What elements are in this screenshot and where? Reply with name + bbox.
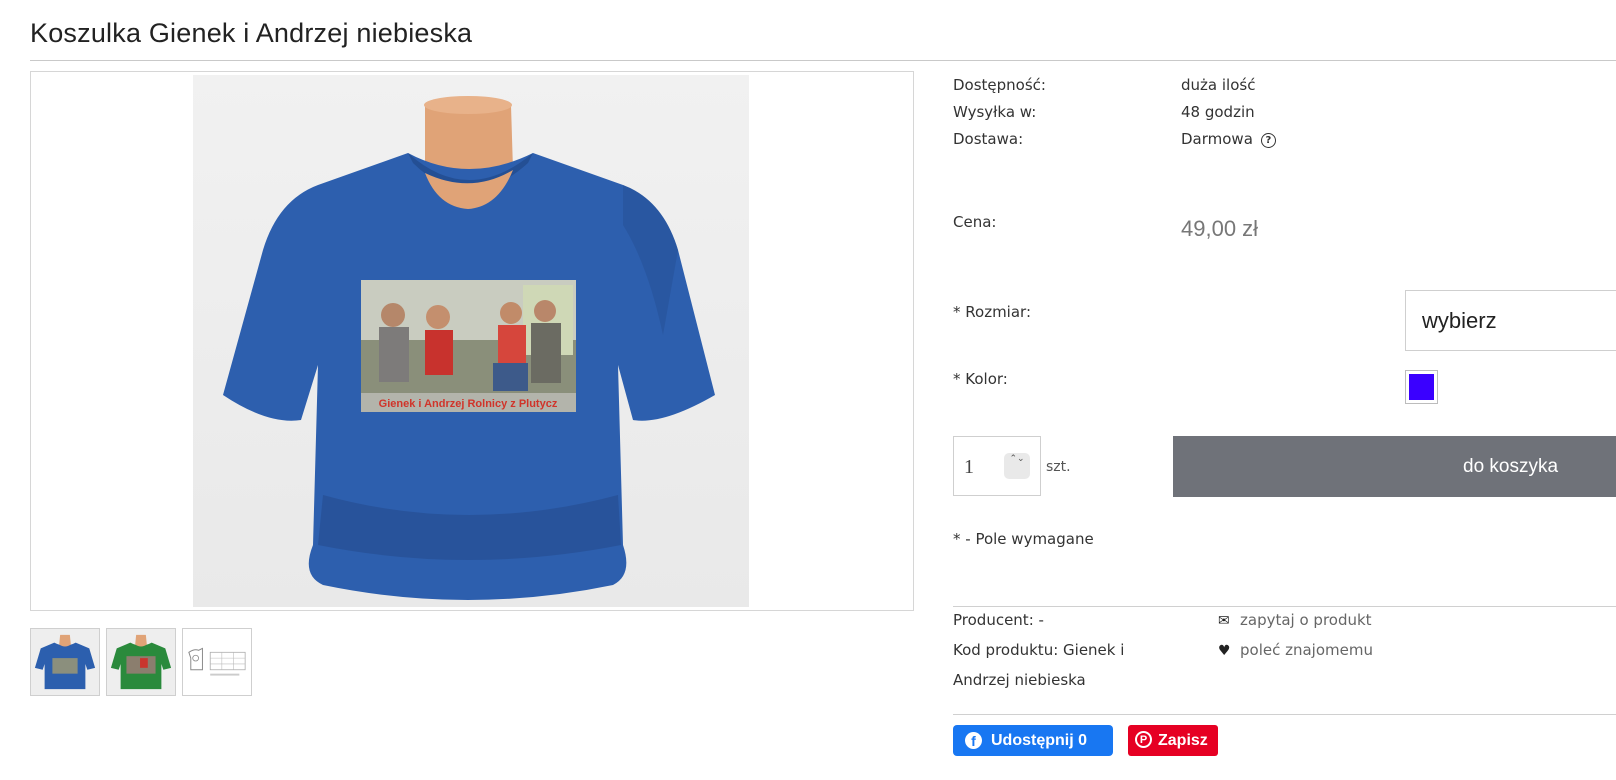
facebook-share-label: Udostępnij 0 (991, 732, 1088, 749)
delivery-value-group: Darmowa? (1181, 130, 1276, 148)
recommend-link[interactable]: ♥ poleć znajomemu (1218, 641, 1373, 659)
quantity-unit: szt. (1046, 459, 1071, 475)
product-code-value-line1: Gienek i (1063, 641, 1125, 659)
help-icon[interactable]: ? (1260, 133, 1276, 148)
product-code-value-line2: Andrzej niebieska (953, 671, 1086, 689)
shipping-value: 48 godzin (1181, 103, 1255, 121)
product-info-panel: Dostępność: duża ilość Wysyłka w: 48 god… (953, 0, 1616, 780)
color-swatch[interactable] (1405, 370, 1438, 404)
share-divider (953, 714, 1616, 715)
required-fields-note: * - Pole wymagane (953, 530, 1094, 548)
price-label: Cena: (953, 213, 997, 231)
print-caption: Gienek i Andrzej Rolnicy z Plutycz (379, 398, 558, 410)
product-code-label: Kod produktu: (953, 641, 1059, 659)
recommend-label: poleć znajomemu (1240, 641, 1373, 659)
producer-row: Producent: - (953, 611, 1044, 629)
color-swatch-fill (1409, 374, 1434, 400)
size-label: * Rozmiar: (953, 303, 1031, 321)
pinterest-save-button[interactable]: P Zapisz (1128, 725, 1218, 756)
ask-about-product-link[interactable]: ✉ zapytaj o produkt (1218, 611, 1372, 629)
main-product-image[interactable]: Gienek i Andrzej Rolnicy z Plutycz (30, 71, 914, 611)
quantity-input[interactable] (962, 449, 1006, 485)
add-to-cart-button[interactable]: do koszyka (1173, 436, 1616, 497)
delivery-label: Dostawa: (953, 130, 1024, 148)
size-select[interactable]: wybierz (1405, 290, 1616, 351)
facebook-icon: f (965, 732, 982, 749)
spinner-arrows-icon[interactable]: ⌃⌄ (1004, 453, 1030, 479)
heart-icon: ♥ (1218, 643, 1231, 659)
facebook-share-button[interactable]: f Udostępnij 0 (953, 725, 1113, 756)
producer-value: - (1038, 611, 1044, 629)
ask-about-product-label: zapytaj o produkt (1240, 611, 1372, 629)
delivery-value: Darmowa (1181, 130, 1253, 148)
info-divider (953, 606, 1616, 607)
availability-value: duża ilość (1181, 76, 1256, 94)
thumb-blue-shirt[interactable] (30, 628, 100, 696)
thumbnail-strip (30, 628, 252, 696)
pinterest-icon: P (1135, 731, 1152, 748)
thumb-green-shirt[interactable] (106, 628, 176, 696)
color-label: * Kolor: (953, 370, 1008, 388)
availability-label: Dostępność: (953, 76, 1046, 94)
page-title: Koszulka Gienek i Andrzej niebieska (30, 18, 473, 48)
product-code-row: Kod produktu: Gienek i (953, 641, 1124, 659)
shipping-label: Wysyłka w: (953, 103, 1037, 121)
product-photo: Gienek i Andrzej Rolnicy z Plutycz (193, 75, 749, 607)
producer-label: Producent: (953, 611, 1034, 629)
thumb-size-chart[interactable] (182, 628, 252, 696)
envelope-icon: ✉ (1218, 613, 1230, 629)
pinterest-save-label: Zapisz (1158, 732, 1208, 749)
quantity-stepper[interactable]: ⌃⌄ (953, 436, 1041, 496)
price-value: 49,00 zł (1181, 216, 1259, 241)
